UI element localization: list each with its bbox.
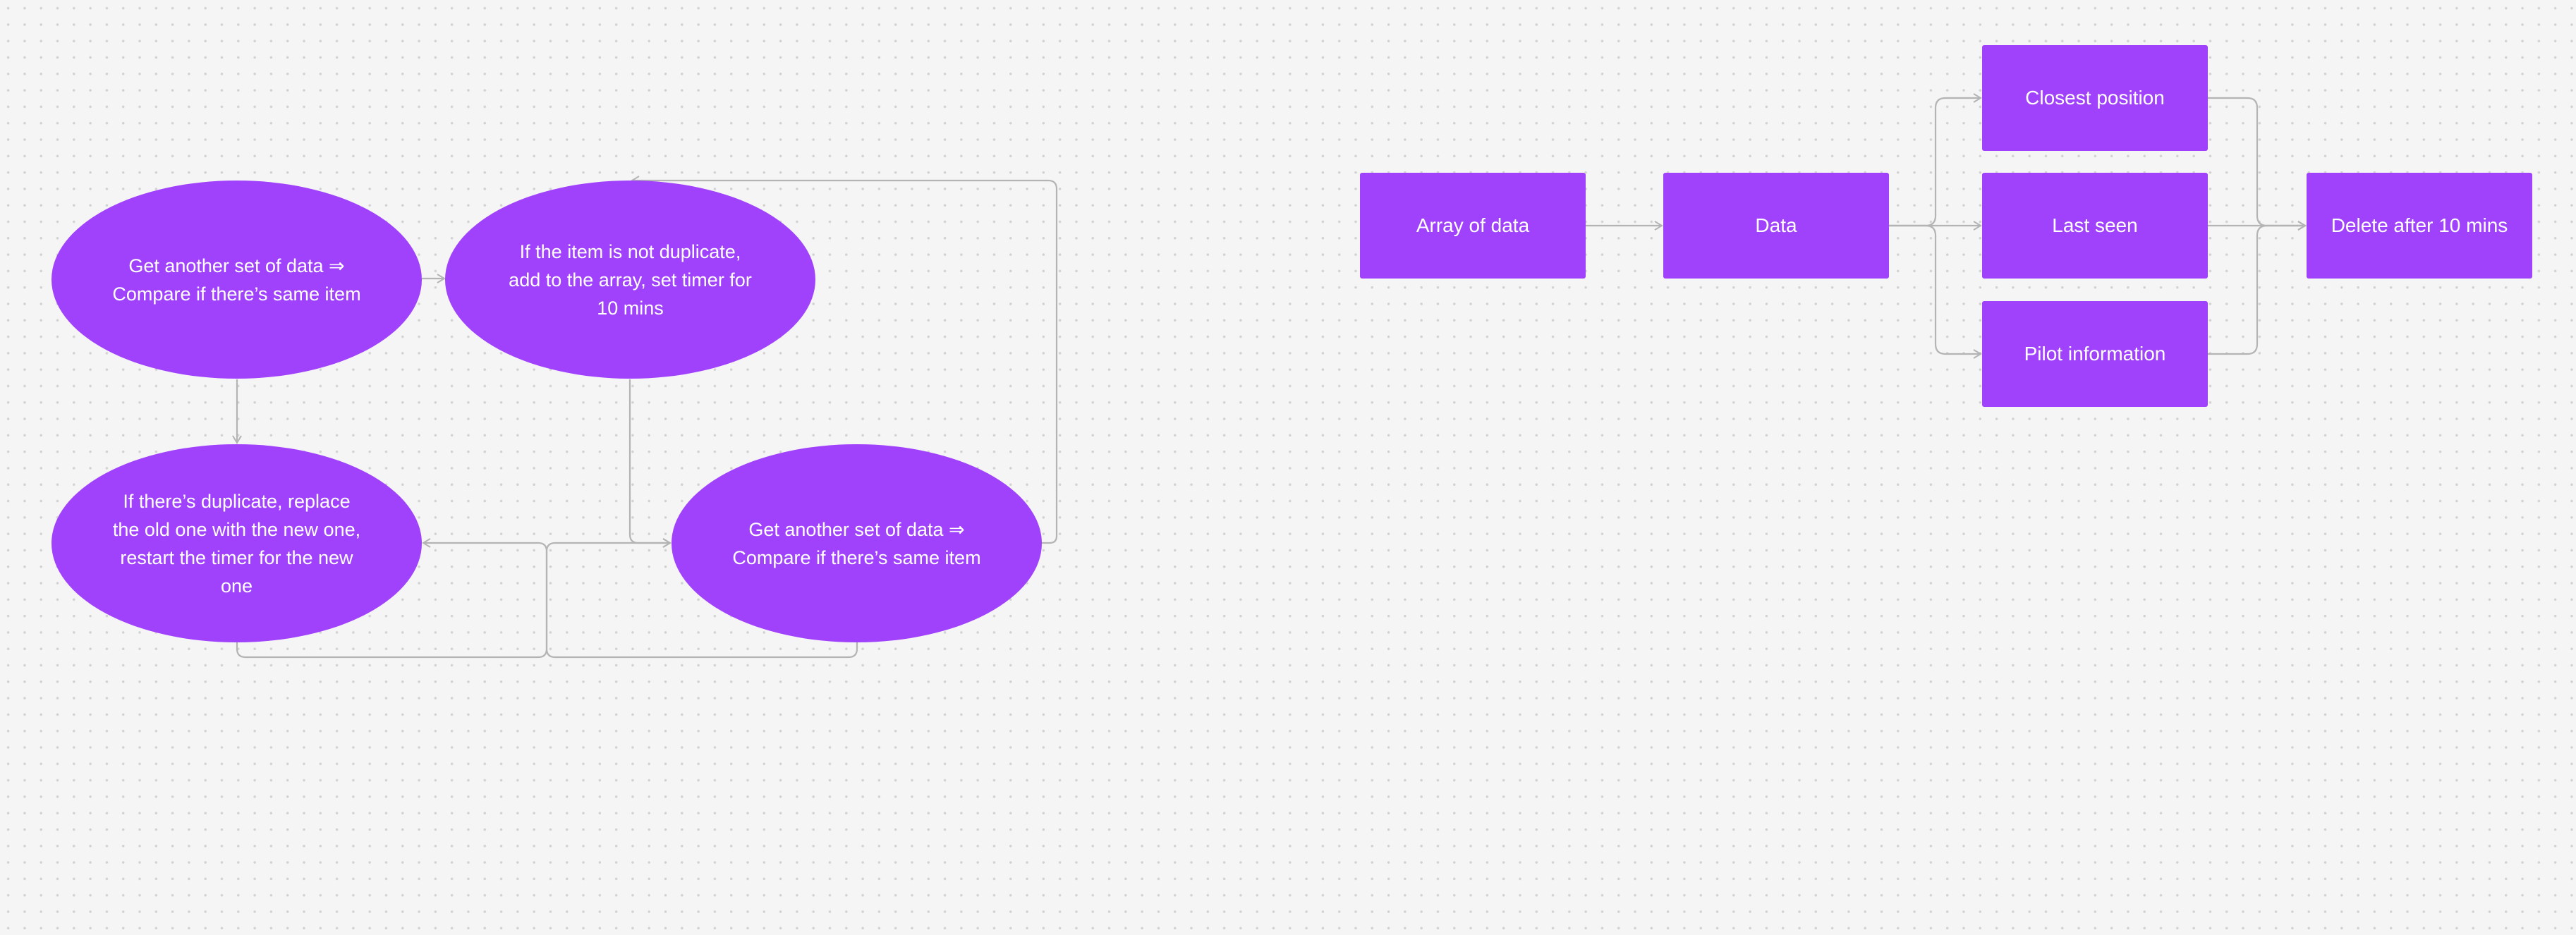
ellipse-duplicate[interactable]: If there’s duplicate, replace the old on… — [51, 444, 422, 642]
box-delete-after-10-mins[interactable]: Delete after 10 mins — [2307, 173, 2532, 279]
connector-data-to-pilot-information — [1889, 224, 1982, 359]
box-last-seen[interactable]: Last seen — [1982, 173, 2208, 279]
box-data-label: Data — [1755, 214, 1797, 236]
ellipse-not-duplicate-label: If the item is not duplicate, add to the… — [509, 240, 752, 319]
box-delete-after-10-mins-label: Delete after 10 mins — [2331, 214, 2508, 236]
box-array-of-data[interactable]: Array of data — [1360, 173, 1586, 279]
box-closest-position[interactable]: Closest position — [1982, 45, 2208, 151]
box-last-seen-label: Last seen — [2052, 214, 2138, 236]
ellipse-compare-next-label: Get another set of data ⇒ Compare if the… — [732, 518, 981, 568]
box-closest-position-label: Closest position — [2025, 87, 2165, 109]
ellipse-compare-first-label: Get another set of data ⇒ Compare if the… — [112, 255, 361, 305]
box-pilot-information[interactable]: Pilot information — [1982, 301, 2208, 407]
box-array-of-data-label: Array of data — [1416, 214, 1530, 236]
connector-pilot-information-to-delete — [2208, 221, 2307, 355]
ellipse-compare-next[interactable]: Get another set of data ⇒ Compare if the… — [672, 444, 1042, 642]
ellipse-not-duplicate[interactable]: If the item is not duplicate, add to the… — [445, 181, 815, 379]
ellipse-compare-first[interactable]: Get another set of data ⇒ Compare if the… — [51, 181, 422, 379]
box-data[interactable]: Data — [1663, 173, 1889, 279]
connector-not-duplicate-to-compare-next — [628, 379, 672, 548]
connector-closest-position-to-delete — [2208, 97, 2307, 231]
ellipse-duplicate-label: If there’s duplicate, replace the old on… — [112, 490, 361, 597]
box-pilot-information-label: Pilot information — [2024, 343, 2166, 365]
connector-data-to-closest-position — [1889, 93, 1982, 227]
